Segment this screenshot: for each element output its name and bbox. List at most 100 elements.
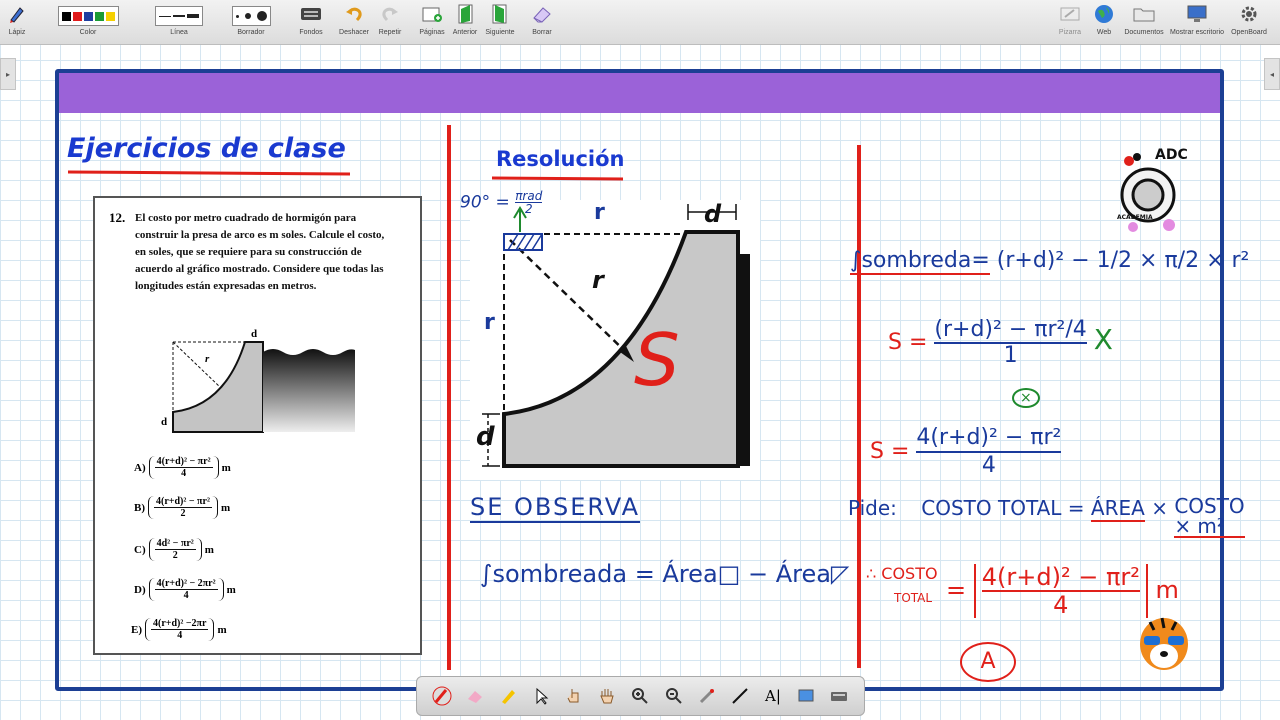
pide-cost: COSTO (1174, 494, 1245, 518)
line-icon (732, 688, 748, 704)
answer-option: A) 4(r+d)² − πr² 4 m (134, 456, 231, 479)
diagram-label-r-diag: r (592, 266, 604, 294)
option-letter: E) (131, 623, 142, 636)
hand-icon (600, 689, 614, 704)
option-numerator: 4d² − πr² (154, 538, 196, 550)
result-numerator: 4(r+d)² − πr² (981, 563, 1140, 592)
pide-cost-unit: × m² (1174, 514, 1225, 538)
option-denominator: 2 (172, 550, 178, 561)
simplified-formula-1: S = (r+d)² − πr²/4 1 X (888, 318, 1113, 368)
pen-tool-dock[interactable] (430, 684, 454, 708)
answer-circle: A (960, 642, 1016, 682)
result-label-1: ∴ COSTO (866, 564, 938, 583)
option-fraction: 4d² − πr² 2 (148, 538, 202, 561)
pen-icon (432, 686, 452, 706)
option-fraction: 4(r+d)² − 2πr² 4 (148, 578, 224, 601)
option-numerator: 4(r+d)² −2πr (151, 618, 209, 630)
result-formula: = 4(r+d)² − πr² 4 m (946, 564, 1179, 618)
resolution-underline (491, 176, 624, 181)
option-unit: m (217, 623, 227, 636)
eq2-left: ∫sombreda= (850, 248, 990, 275)
eq4-numerator: 4(r+d)² − πr² (916, 425, 1062, 453)
pide-area: ÁREA (1090, 496, 1145, 522)
page-title: Ejercicios de clase (67, 133, 346, 164)
highlighter-tool-dock[interactable] (496, 684, 520, 708)
figure-label-r: r (205, 353, 210, 365)
eraser-tool-dock[interactable] (463, 684, 487, 708)
problem-text: El costo por metro cuadrado de hormigón … (135, 212, 385, 292)
option-denominator: 4 (183, 590, 189, 601)
eq4-left: S = (870, 439, 910, 464)
zoom-out-tool-dock[interactable] (662, 684, 686, 708)
result-denominator: 4 (1053, 591, 1069, 619)
problem-number: 12. (109, 210, 126, 225)
option-unit: m (226, 583, 236, 596)
option-unit: m (220, 501, 231, 514)
answer-option: E) 4(r+d)² −2πr 4 m (131, 618, 227, 641)
result-label-2: TOTAL (894, 591, 933, 605)
highlighter-icon (501, 690, 515, 704)
eq3-multiplier-circle: × (1012, 388, 1040, 408)
answer-option: C) 4d² − πr² 2 m (134, 538, 214, 561)
simplified-formula-2: S = 4(r+d)² − πr² 4 (870, 425, 1062, 479)
logo-subtext: ACADEMIA (1117, 214, 1153, 221)
eq3-left: S = (888, 330, 928, 355)
tiger-mascot (1136, 612, 1192, 674)
eq4-denominator: 4 (981, 453, 996, 478)
area-equation: ∫sombreada = Área□ − Área◸ (480, 560, 850, 588)
option-letter: B) (134, 501, 145, 514)
shaded-area-symbol: S (634, 318, 680, 402)
resolution-title: Resolución (496, 147, 625, 171)
academy-logo: ADC ACADEMIA (1113, 143, 1188, 235)
option-numerator: 4(r+d)² − πr² (154, 496, 212, 508)
option-numerator: 4(r+d)² − πr² (154, 456, 213, 468)
virtual-keyboard-icon (831, 692, 848, 701)
result-label: ∴ COSTO TOTAL (866, 562, 938, 610)
shaded-area-formula: ∫sombreda= (r+d)² − 1/2 × π/2 × r² (850, 248, 1250, 275)
diagram-label-d-side: d (476, 422, 495, 452)
option-numerator: 4(r+d)² − 2πr² (154, 578, 218, 590)
option-fraction: 4(r+d)² −2πr 4 (145, 618, 215, 641)
angle-denominator: 2 (524, 202, 533, 216)
dam-diagram-large (482, 204, 750, 468)
select-tool-dock[interactable] (529, 684, 553, 708)
eq3-denominator: 1 (1003, 343, 1018, 368)
laser-pointer-icon (699, 689, 714, 704)
option-letter: C) (134, 543, 146, 556)
eq3-multiplier: X (1093, 323, 1113, 356)
text-tool-dock[interactable]: A| (761, 684, 785, 708)
option-fraction: 4(r+d)² − πr² 2 (148, 496, 218, 519)
logo-text: ADC (1155, 147, 1188, 163)
option-fraction: 4(r+d)² − πr² 4 (148, 456, 219, 479)
title-underline (67, 170, 351, 176)
line-tool-dock[interactable] (728, 684, 752, 708)
interact-tool-dock[interactable] (562, 684, 586, 708)
option-unit: m (204, 543, 214, 556)
screen-capture-icon (798, 689, 814, 702)
laser-tool-dock[interactable] (695, 684, 719, 708)
option-letter: D) (134, 583, 146, 596)
requested-line: Pide: COSTO TOTAL = ÁREA × COSTO × m² (848, 496, 1245, 538)
answer-option: D) 4(r+d)² − 2πr² 4 m (134, 578, 236, 601)
bottom-tool-dock: A| (416, 676, 865, 716)
hand-tool-dock[interactable] (595, 684, 619, 708)
option-denominator: 4 (181, 468, 187, 479)
angle-prefix: 90° = (460, 192, 510, 213)
result-unit: m (1155, 576, 1179, 604)
pide-label: Pide: (848, 496, 897, 520)
capture-tool-dock[interactable] (794, 684, 818, 708)
zoom-in-tool-dock[interactable] (628, 684, 652, 708)
figure-label-d-top: d (251, 328, 258, 340)
eq2-right: (r+d)² − 1/2 × π/2 × r² (996, 248, 1250, 273)
problem-card: 12. El costo por metro cuadrado de hormi… (93, 196, 422, 655)
resolution-diagram: d r r r d S (470, 200, 760, 480)
eraser-icon (467, 691, 482, 703)
se-observa-note: SE OBSERVA (470, 493, 641, 523)
figure-label-d-side: d (161, 416, 168, 428)
keyboard-tool-dock[interactable] (827, 684, 851, 708)
zoom-in-icon (632, 688, 649, 704)
option-unit: m (221, 461, 231, 474)
diagram-label-d-top: d (704, 200, 722, 228)
cursor-icon (536, 687, 549, 705)
option-denominator: 4 (177, 630, 183, 641)
